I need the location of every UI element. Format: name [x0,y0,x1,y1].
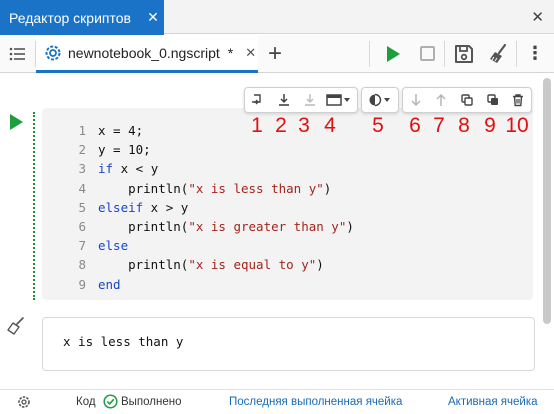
cell-type-dropdown-icon[interactable] [323,88,355,112]
last-executed-cell-link[interactable]: Последняя выполненная ячейка [229,396,402,408]
window-header: Редактор скриптов ✕ ✕ [0,0,554,35]
cell-toolbar-group-edit [402,87,532,113]
insert-cell-disabled-icon[interactable] [297,88,323,112]
code-token: ) [323,180,332,196]
callout-8: 8 [458,114,470,137]
code-line[interactable]: 8 println("x is equal to y") [56,255,354,274]
cell-toolbar-group-insert [244,87,358,113]
save-button[interactable] [453,43,475,65]
callout-6: 6 [409,114,421,137]
code-token: "x is equal to y" [188,257,317,273]
notebook-tab-name: newnotebook_0.ngscript [68,44,220,61]
notebook-tab[interactable]: newnotebook_0.ngscript * ✕ [36,35,258,73]
code-token: elseif [98,199,144,215]
line-number: 9 [78,276,86,292]
callout-1: 1 [251,114,263,137]
mode-label: Код [76,396,96,408]
line-number: 2 [78,142,86,158]
code-token: ) [346,219,354,235]
code-token: println( [98,257,189,273]
line-number: 6 [78,219,86,235]
stop-button[interactable] [420,46,435,61]
status-bar: Код Выполнено Последняя выполненная ячей… [0,389,554,414]
insert-cell-above-icon[interactable] [245,88,271,112]
code-line[interactable]: 4 println("x is less than y") [56,179,354,198]
script-editor-tab[interactable]: Редактор скриптов ✕ [0,0,164,35]
toolbar-divider [369,41,370,67]
check-circle-icon [103,394,118,409]
copy-cell-icon[interactable] [454,88,480,112]
code-token: println( [98,180,189,196]
unsaved-indicator: * [227,44,234,61]
code-token: "x is less than y" [188,180,324,196]
notebook-gear-icon [45,45,61,60]
duplicate-cell-icon[interactable] [480,88,506,112]
delete-cell-icon[interactable] [505,88,531,112]
line-number: 5 [78,199,86,215]
more-options-icon[interactable]: ⋮ [526,43,544,63]
code-line[interactable]: 3 if x < y [56,159,354,178]
output-text: x is less than y [63,334,184,349]
move-cell-down-icon[interactable] [403,88,429,112]
clear-output-broom-icon[interactable] [6,316,26,336]
callout-5: 5 [372,114,384,137]
run-all-button[interactable] [385,45,401,63]
code-token: x > y [143,199,189,215]
callout-9: 9 [484,114,496,137]
code-line[interactable]: 6 println("x is greater than y") [56,217,354,236]
list-icon[interactable] [8,44,28,64]
code-line[interactable]: 9 end [56,275,354,294]
callout-4: 4 [324,114,336,137]
code-token: ) [316,257,324,273]
clear-outputs-broom-icon[interactable] [488,43,510,65]
execution-status: Выполнено [121,396,182,408]
window-close-icon[interactable]: ✕ [531,8,544,26]
code-line[interactable]: 5 elseif x > y [56,198,354,217]
code-token: x < y [113,161,159,177]
code-token: y = 10; [98,142,151,158]
callout-numbers: 1 2 3 4 5 6 7 8 9 10 [0,114,554,138]
code-token: end [98,276,121,292]
settings-gear-icon[interactable] [17,395,31,409]
cell-executed-indicator [33,112,35,300]
callout-10: 10 [505,114,529,137]
add-tab-button[interactable]: + [268,42,282,66]
line-number: 3 [78,161,86,177]
code-line[interactable]: 2 y = 10; [56,140,354,159]
move-cell-up-icon[interactable] [429,88,455,112]
line-number: 7 [78,238,86,254]
code-token: "x is greater than y" [188,219,347,235]
callout-7: 7 [433,114,445,137]
cell-output: x is less than y [42,317,535,371]
notebook-tab-close-icon[interactable]: ✕ [245,45,256,61]
code-editor[interactable]: 1x = 4; 2 y = 10; 3 if x < y4 println("x is … [56,121,354,294]
active-cell-link[interactable]: Активная ячейка [448,396,538,408]
insert-cell-below-icon[interactable] [271,88,297,112]
code-line[interactable]: 7 else [56,236,354,255]
line-number: 8 [78,257,86,273]
line-number: 4 [78,180,86,196]
callout-3: 3 [298,114,310,137]
toolbar-divider [516,41,517,67]
code-token: println( [98,219,189,235]
toolbar-divider [444,41,445,67]
cell-toolbar-group-display [361,87,399,113]
code-token: if [98,161,114,177]
code-token: else [98,238,129,254]
cell-display-mode-icon[interactable] [362,88,398,112]
script-editor-tab-close-icon[interactable]: ✕ [142,9,164,26]
script-editor-tab-title: Редактор скриптов [9,9,131,26]
editor-toolbar: newnotebook_0.ngscript * ✕ + ⋮ [0,35,554,73]
callout-2: 2 [275,114,287,137]
